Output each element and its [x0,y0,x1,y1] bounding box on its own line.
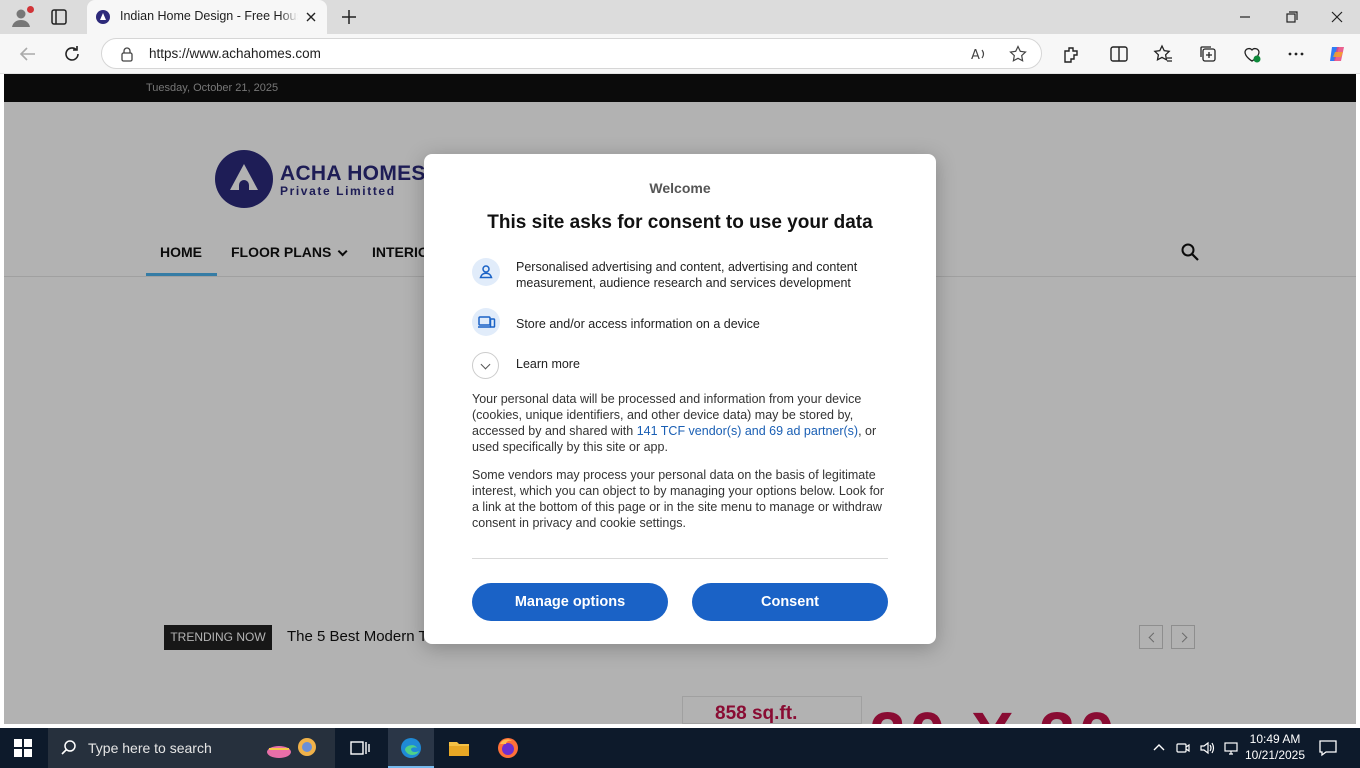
consent-dialog: Welcome This site asks for consent to us… [424,154,936,644]
more-options-icon[interactable] [1286,44,1306,64]
windows-start-icon[interactable] [14,739,32,757]
new-tab-button[interactable] [338,6,360,28]
clock-date: 10/21/2025 [1244,748,1306,762]
close-tab-icon[interactable] [303,9,319,25]
back-icon[interactable] [17,43,39,65]
consent-paragraph-1: Your personal data will be processed and… [472,391,888,455]
dialog-divider [472,558,888,559]
dialog-headline: This site asks for consent to use your d… [487,212,873,233]
tab-title: Indian Home Design - Free House [120,9,298,23]
favorite-star-icon[interactable] [1009,45,1027,63]
meet-now-icon[interactable] [1175,740,1191,756]
windows-taskbar: Type here to search 10:49 AM 10/21/2025 [0,728,1360,768]
consent-paragraph-2: Some vendors may process your personal d… [472,468,885,530]
taskbar-edge-active[interactable] [388,728,434,768]
read-aloud-icon[interactable]: A [970,45,988,63]
purpose-text: Personalised advertising and content, ad… [516,260,858,290]
split-screen-icon[interactable] [1109,44,1129,64]
tab-actions-icon[interactable] [50,8,68,26]
chevron-up-icon[interactable] [1151,740,1167,756]
extensions-icon[interactable] [1061,44,1081,64]
restore-button[interactable] [1279,6,1303,28]
browser-essentials-icon[interactable] [1242,44,1262,64]
file-explorer-icon[interactable] [447,736,471,760]
browser-tab-strip: Indian Home Design - Free House [0,0,1360,34]
minimize-button[interactable] [1233,6,1257,28]
firefox-icon[interactable] [496,736,520,760]
url-bar[interactable]: https://www.achahomes.com A [101,38,1042,69]
collections-icon[interactable] [1198,44,1218,64]
consent-button[interactable]: Consent [692,583,888,621]
site-favicon-icon [96,10,110,24]
address-toolbar: https://www.achahomes.com A [0,34,1360,74]
edge-icon [401,738,421,758]
refresh-icon[interactable] [61,43,83,65]
person-icon [472,258,500,286]
taskbar-search-box[interactable]: Type here to search [48,728,335,768]
vendors-link[interactable]: 141 TCF vendor(s) and 69 ad partner(s) [637,424,858,438]
copilot-icon[interactable] [1327,44,1347,64]
network-icon[interactable] [1223,740,1239,756]
lock-icon[interactable] [119,46,135,62]
taskbar-clock[interactable]: 10:49 AM 10/21/2025 [1244,731,1306,763]
taskbar-search-placeholder: Type here to search [88,740,212,756]
manage-options-button[interactable]: Manage options [472,583,668,621]
task-view-icon[interactable] [348,736,372,760]
svg-text:A: A [971,48,980,63]
dialog-welcome: Welcome [649,180,711,196]
volume-icon[interactable] [1199,740,1215,756]
favorites-icon[interactable] [1153,44,1173,64]
notification-icon[interactable] [1318,739,1338,757]
profile-notification-dot [27,6,34,13]
chevron-down-icon [480,359,491,370]
close-window-button[interactable] [1325,6,1349,28]
learn-more-label[interactable]: Learn more [516,357,580,371]
url-text[interactable]: https://www.achahomes.com [149,46,321,61]
search-highlight-icon [267,738,316,758]
clock-time: 10:49 AM [1249,732,1301,746]
learn-more-toggle[interactable] [472,352,499,379]
device-icon [472,308,500,336]
tab-active[interactable]: Indian Home Design - Free House [87,0,327,34]
search-icon [61,740,76,755]
purpose-text: Store and/or access information on a dev… [516,317,760,331]
